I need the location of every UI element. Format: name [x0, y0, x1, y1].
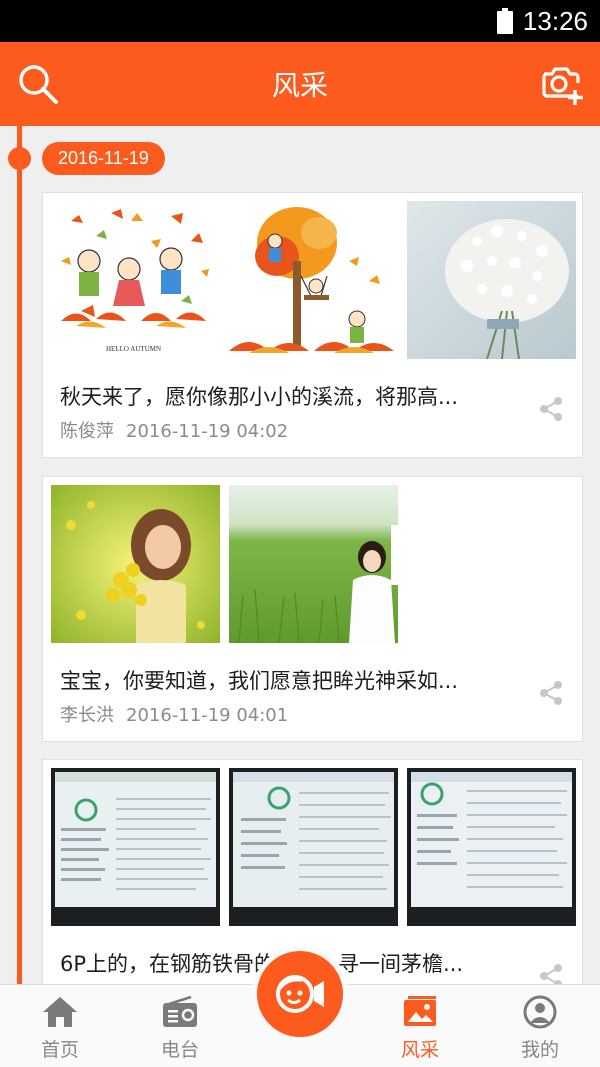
post-author: 李长洪	[60, 705, 114, 726]
post-image[interactable]: HELLO AUTUMN	[51, 201, 220, 359]
nav-radio[interactable]: 电台	[120, 985, 240, 1067]
record-video-button[interactable]	[252, 946, 348, 1042]
post-time: 2016-11-19 04:01	[126, 705, 289, 726]
feed[interactable]: 2016-11-19 HELLO AUTUMN 秋天来了，愿你像那小小的溪流，将…	[0, 126, 600, 984]
nav-profile[interactable]: 我的	[480, 985, 600, 1067]
status-bar: 13:26	[0, 0, 600, 42]
post-meta: 陈俊萍 2016-11-19 04:02	[60, 417, 288, 443]
nav-gallery[interactable]: 风采	[360, 985, 480, 1067]
nav-home[interactable]: 首页	[0, 985, 120, 1067]
post-image[interactable]	[229, 768, 398, 926]
timeline-dot	[8, 147, 31, 170]
date-badge: 2016-11-19	[42, 142, 165, 175]
gallery-icon	[404, 996, 436, 1026]
post-image[interactable]	[229, 201, 398, 359]
post-image[interactable]	[407, 201, 576, 359]
post-images	[51, 485, 398, 643]
post-text: 宝宝，你要知道，我们愿意把眸光神采如...	[60, 669, 459, 693]
profile-icon	[523, 995, 557, 1029]
home-icon	[43, 997, 77, 1027]
battery-icon	[497, 8, 513, 34]
nav-label: 我的	[520, 1039, 559, 1061]
post-time: 2016-11-19 04:02	[126, 421, 289, 442]
nav-label: 风采	[400, 1039, 439, 1061]
post-image[interactable]	[51, 768, 220, 926]
post-card[interactable]: 宝宝，你要知道，我们愿意把眸光神采如... 李长洪 2016-11-19 04:0…	[42, 476, 583, 742]
svg-text:HELLO AUTUMN: HELLO AUTUMN	[106, 345, 161, 353]
post-images	[51, 768, 576, 926]
share-icon[interactable]	[538, 963, 564, 984]
nav-label: 首页	[40, 1039, 79, 1061]
video-face-icon	[276, 975, 324, 1013]
post-meta: 李长洪 2016-11-19 04:01	[60, 701, 288, 727]
timeline-line	[17, 126, 22, 984]
share-icon[interactable]	[538, 680, 564, 706]
post-author: 陈俊萍	[60, 421, 114, 442]
post-text: 秋天来了，愿你像那小小的溪流，将那高...	[60, 385, 459, 409]
app-header: 风采	[0, 42, 600, 126]
nav-label: 电台	[160, 1039, 199, 1061]
post-image[interactable]	[229, 485, 398, 643]
post-image[interactable]	[407, 768, 576, 926]
post-card[interactable]: HELLO AUTUMN 秋天来了，愿你像那小小的溪流，将那高... 陈俊萍 2…	[42, 192, 583, 458]
status-time: 13:26	[522, 6, 588, 36]
add-photo-camera-icon[interactable]	[540, 62, 584, 106]
radio-icon	[163, 995, 197, 1027]
post-images: HELLO AUTUMN	[51, 201, 576, 359]
post-image[interactable]	[51, 485, 220, 643]
page-title: 风采	[271, 69, 328, 102]
share-icon[interactable]	[538, 396, 564, 422]
